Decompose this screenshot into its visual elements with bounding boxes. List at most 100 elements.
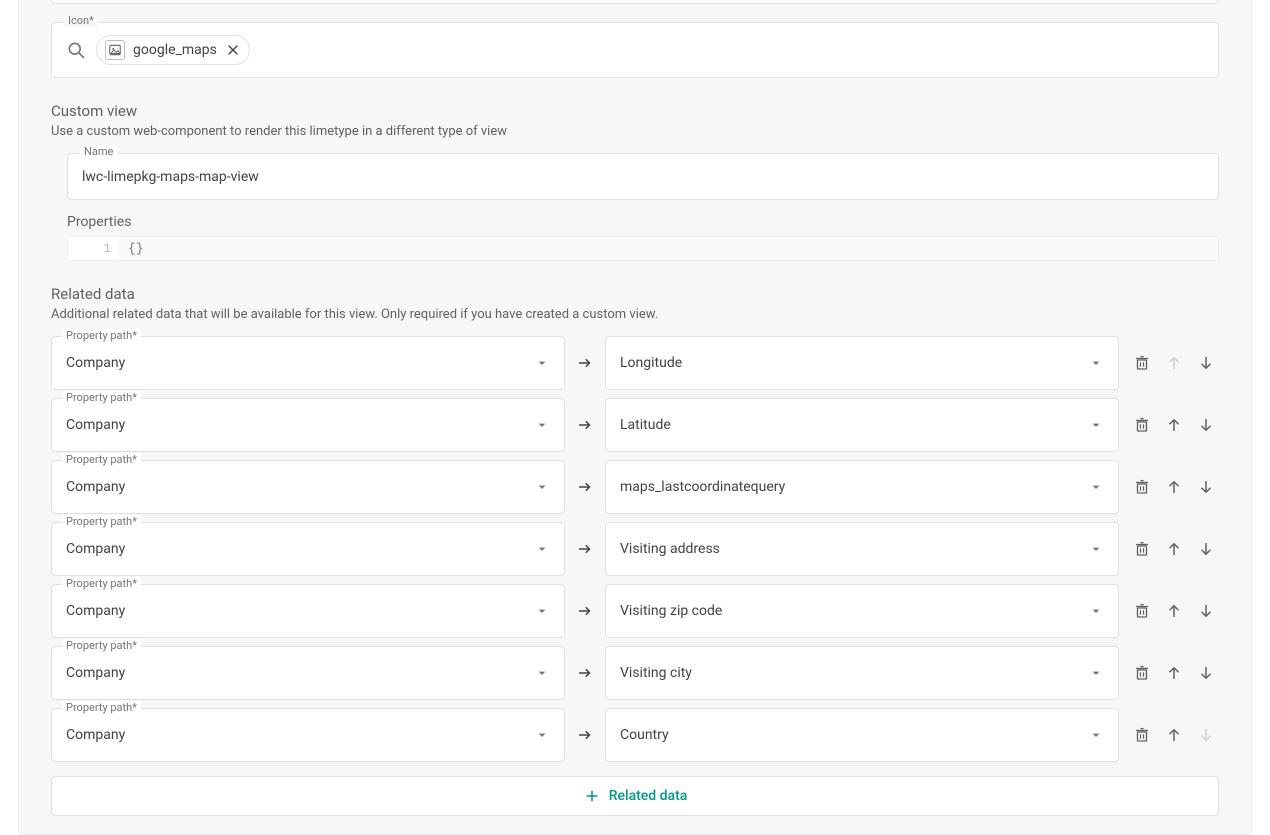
related-data-row: Property path*Company Longitude <box>51 336 1219 390</box>
delete-button[interactable] <box>1133 664 1151 682</box>
property-path-label: Property path* <box>62 515 141 528</box>
properties-label: Properties <box>67 214 1219 230</box>
previous-field-bottom <box>51 0 1219 4</box>
property-target-select[interactable]: Latitude <box>605 398 1119 452</box>
chevron-down-icon <box>1088 727 1104 743</box>
custom-view-subtitle: Use a custom web-component to render thi… <box>51 124 1219 139</box>
arrow-right-icon <box>575 602 595 620</box>
delete-button[interactable] <box>1133 726 1151 744</box>
property-target-select[interactable]: Visiting city <box>605 646 1119 700</box>
related-data-subtitle: Additional related data that will be ava… <box>51 307 1219 322</box>
property-target-value: Country <box>620 727 1088 743</box>
chevron-down-icon <box>534 603 550 619</box>
property-path-select[interactable]: Property path*Company <box>51 646 565 700</box>
arrow-right-icon <box>575 540 595 558</box>
chevron-down-icon <box>534 355 550 371</box>
move-down-button[interactable] <box>1197 416 1215 434</box>
icon-field[interactable]: Icon* google_maps <box>51 22 1219 78</box>
move-up-button[interactable] <box>1165 478 1183 496</box>
move-down-button[interactable] <box>1197 354 1215 372</box>
move-down-button[interactable] <box>1197 664 1215 682</box>
related-data-row: Property path*Company Visiting zip code <box>51 584 1219 638</box>
delete-button[interactable] <box>1133 540 1151 558</box>
arrow-right-icon <box>575 726 595 744</box>
move-up-button[interactable] <box>1165 664 1183 682</box>
property-target-value: Longitude <box>620 355 1088 371</box>
row-actions <box>1129 478 1219 496</box>
property-target-select[interactable]: Visiting zip code <box>605 584 1119 638</box>
chevron-down-icon <box>1088 479 1104 495</box>
property-path-label: Property path* <box>62 577 141 590</box>
property-path-label: Property path* <box>62 391 141 404</box>
property-path-select[interactable]: Property path*Company <box>51 460 565 514</box>
move-up-button[interactable] <box>1165 416 1183 434</box>
move-down-button[interactable] <box>1197 478 1215 496</box>
chevron-down-icon <box>1088 541 1104 557</box>
property-path-label: Property path* <box>62 701 141 714</box>
move-up-button[interactable] <box>1165 726 1183 744</box>
custom-view-title: Custom view <box>51 102 1219 120</box>
chevron-down-icon <box>534 727 550 743</box>
custom-view-name-field[interactable]: Name <box>67 153 1219 200</box>
move-down-button <box>1197 726 1215 744</box>
property-path-value: Company <box>66 665 534 681</box>
property-target-value: Visiting address <box>620 541 1088 557</box>
related-data-row: Property path*Company Visiting address <box>51 522 1219 576</box>
delete-button[interactable] <box>1133 416 1151 434</box>
add-related-data-label: Related data <box>609 788 688 804</box>
property-target-select[interactable]: Visiting address <box>605 522 1119 576</box>
row-actions <box>1129 540 1219 558</box>
arrow-right-icon <box>575 664 595 682</box>
custom-view-name-input[interactable] <box>82 167 1204 187</box>
property-target-select[interactable]: Country <box>605 708 1119 762</box>
property-target-value: Latitude <box>620 417 1088 433</box>
add-related-data-button[interactable]: Related data <box>51 776 1219 816</box>
row-actions <box>1129 354 1219 372</box>
chevron-down-icon <box>534 665 550 681</box>
property-path-select[interactable]: Property path*Company <box>51 522 565 576</box>
property-path-select[interactable]: Property path*Company <box>51 336 565 390</box>
property-path-select[interactable]: Property path*Company <box>51 398 565 452</box>
row-actions <box>1129 416 1219 434</box>
delete-button[interactable] <box>1133 602 1151 620</box>
row-actions <box>1129 664 1219 682</box>
move-down-button[interactable] <box>1197 602 1215 620</box>
code-content[interactable]: {} <box>120 237 1218 260</box>
related-data-row: Property path*Company Country <box>51 708 1219 762</box>
delete-button[interactable] <box>1133 354 1151 372</box>
related-data-rows: Property path*CompanyLongitudeProperty p… <box>51 336 1219 762</box>
property-target-value: Visiting city <box>620 665 1088 681</box>
move-down-button[interactable] <box>1197 540 1215 558</box>
plus-icon <box>583 787 601 805</box>
property-target-select[interactable]: maps_lastcoordinatequery <box>605 460 1119 514</box>
property-path-value: Company <box>66 603 534 619</box>
search-icon <box>66 40 86 60</box>
related-data-row: Property path*Company Visiting city <box>51 646 1219 700</box>
properties-editor[interactable]: 1 {} <box>67 236 1219 261</box>
delete-button[interactable] <box>1133 478 1151 496</box>
property-target-select[interactable]: Longitude <box>605 336 1119 390</box>
chevron-down-icon <box>1088 355 1104 371</box>
arrow-right-icon <box>575 354 595 372</box>
property-path-value: Company <box>66 417 534 433</box>
move-up-button[interactable] <box>1165 602 1183 620</box>
chevron-down-icon <box>1088 417 1104 433</box>
property-path-select[interactable]: Property path*Company <box>51 584 565 638</box>
property-target-value: Visiting zip code <box>620 603 1088 619</box>
property-path-label: Property path* <box>62 639 141 652</box>
move-up-button[interactable] <box>1165 540 1183 558</box>
close-icon[interactable] <box>225 42 241 58</box>
chevron-down-icon <box>534 541 550 557</box>
property-target-value: maps_lastcoordinatequery <box>620 479 1088 495</box>
related-data-row: Property path*Company Latitude <box>51 398 1219 452</box>
arrow-right-icon <box>575 416 595 434</box>
chevron-down-icon <box>534 479 550 495</box>
row-actions <box>1129 726 1219 744</box>
row-actions <box>1129 602 1219 620</box>
icon-chip[interactable]: google_maps <box>96 35 250 65</box>
config-panel: Icon* google_maps Custom view Use a cust… <box>18 0 1252 835</box>
property-path-select[interactable]: Property path*Company <box>51 708 565 762</box>
related-data-row: Property path*Company maps_lastcoordinate… <box>51 460 1219 514</box>
code-line-number: 1 <box>68 237 120 260</box>
chevron-down-icon <box>1088 665 1104 681</box>
